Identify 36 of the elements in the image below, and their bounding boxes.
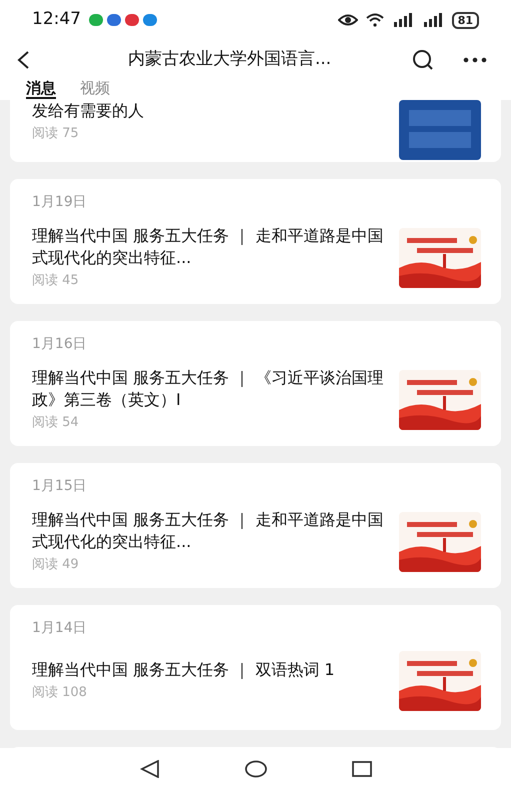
article-date: 1月15日 bbox=[32, 477, 88, 496]
article-card[interactable]: 1月19日 理解当代中国 服务五大任务 ｜ 走和平道路是中国式现代化的突出特征... 阅读 45 bbox=[10, 179, 501, 304]
article-title: 理解当代中国 服务五大任务 ｜ 《习近平谈治国理政》第三卷（英文）Ⅰ bbox=[32, 367, 384, 411]
back-icon[interactable] bbox=[16, 50, 30, 70]
article-title: 发给有需要的人 bbox=[32, 100, 145, 122]
tab[interactable]: 视频 bbox=[80, 80, 110, 99]
search-icon[interactable] bbox=[411, 48, 435, 72]
article-card[interactable]: 1月14日 理解当代中国 服务五大任务 ｜ 双语热词 1 阅读 108 bbox=[10, 605, 501, 730]
account-title: 内蒙古农业大学外国语言... bbox=[128, 48, 332, 72]
battery-level: 81 bbox=[452, 12, 479, 28]
article-card[interactable]: 发给有需要的人 阅读 75 bbox=[10, 100, 501, 162]
article-date: 1月19日 bbox=[32, 193, 88, 212]
home-nav-icon[interactable] bbox=[244, 760, 266, 778]
status-time: 12:47 bbox=[32, 8, 81, 32]
article-title: 理解当代中国 服务五大任务 ｜ 双语热词 1 bbox=[32, 659, 336, 682]
more-icon[interactable] bbox=[463, 57, 487, 63]
article-date: 1月16日 bbox=[32, 335, 88, 354]
article-title: 理解当代中国 服务五大任务 ｜ 走和平道路是中国式现代化的突出特征... bbox=[32, 225, 384, 269]
eye-icon bbox=[338, 14, 358, 26]
recents-nav-icon[interactable] bbox=[352, 761, 372, 777]
read-count: 阅读 49 bbox=[32, 556, 80, 574]
wifi-icon bbox=[366, 13, 384, 27]
read-count: 阅读 54 bbox=[32, 414, 80, 432]
signal-icon bbox=[422, 13, 444, 27]
read-count: 阅读 75 bbox=[32, 125, 80, 143]
article-title: 理解当代中国 服务五大任务 ｜ 走和平道路是中国式现代化的突出特征... bbox=[32, 509, 384, 553]
article-card[interactable]: 1月16日 理解当代中国 服务五大任务 ｜ 《习近平谈治国理政》第三卷（英文）Ⅰ 阅读 54 bbox=[10, 321, 501, 446]
article-date: 1月14日 bbox=[32, 619, 88, 638]
read-count: 阅读 45 bbox=[32, 272, 80, 290]
article-card[interactable]: 1月15日 理解当代中国 服务五大任务 ｜ 走和平道路是中国式现代化的突出特征... 阅读 49 bbox=[10, 463, 501, 588]
signal-icon bbox=[392, 13, 414, 27]
back-nav-icon[interactable] bbox=[140, 760, 160, 778]
read-count: 阅读 108 bbox=[32, 684, 88, 702]
app-icon bbox=[125, 14, 139, 26]
app-icon bbox=[143, 14, 157, 26]
app-icon bbox=[107, 14, 121, 26]
